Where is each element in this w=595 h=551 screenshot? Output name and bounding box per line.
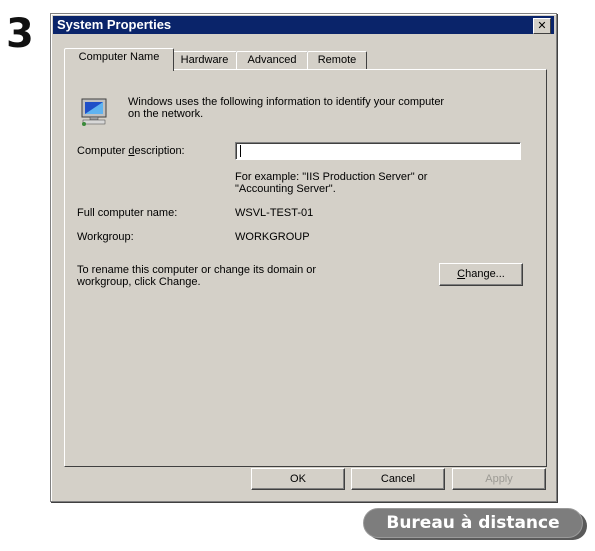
change-button-label: hange... (465, 268, 505, 280)
title-bar[interactable]: System Properties ✕ (53, 16, 554, 34)
intro-text-line2: on the network. (128, 108, 204, 120)
badge-label: Bureau à distance (363, 508, 583, 538)
text-caret (240, 145, 241, 157)
apply-button[interactable]: Apply (452, 468, 546, 490)
computer-description-input[interactable] (235, 142, 521, 160)
workgroup-label: Workgroup: (77, 231, 134, 243)
full-computer-name-label: Full computer name: (77, 207, 178, 219)
example-text-line2: "Accounting Server". (235, 183, 336, 195)
workgroup-value: WORKGROUP (235, 231, 310, 243)
full-computer-name-value: WSVL-TEST-01 (235, 207, 314, 219)
cancel-button[interactable]: Cancel (351, 468, 445, 490)
computer-network-icon (81, 98, 107, 126)
description-label-part: Computer (77, 145, 129, 157)
remote-desktop-badge: Bureau à distance (363, 508, 587, 540)
tab-computer-name[interactable]: Computer Name (64, 48, 174, 71)
tab-hardware[interactable]: Hardware (172, 51, 237, 70)
ok-button[interactable]: OK (251, 468, 345, 490)
window-title: System Properties (57, 17, 172, 32)
change-button[interactable]: Change... (439, 263, 523, 286)
computer-description-label: Computer description: (77, 145, 185, 158)
rename-text-line2: workgroup, click Change. (77, 276, 201, 288)
computer-name-panel: Windows uses the following information t… (64, 69, 547, 467)
description-label-part: escription: (134, 145, 185, 157)
step-number: 3 (6, 11, 34, 57)
close-icon[interactable]: ✕ (533, 18, 551, 34)
system-properties-dialog: System Properties ✕ Computer Name Hardwa… (50, 13, 557, 502)
change-button-accesskey: C (457, 268, 466, 280)
tab-advanced[interactable]: Advanced (236, 51, 308, 70)
tab-remote[interactable]: Remote (307, 51, 367, 70)
